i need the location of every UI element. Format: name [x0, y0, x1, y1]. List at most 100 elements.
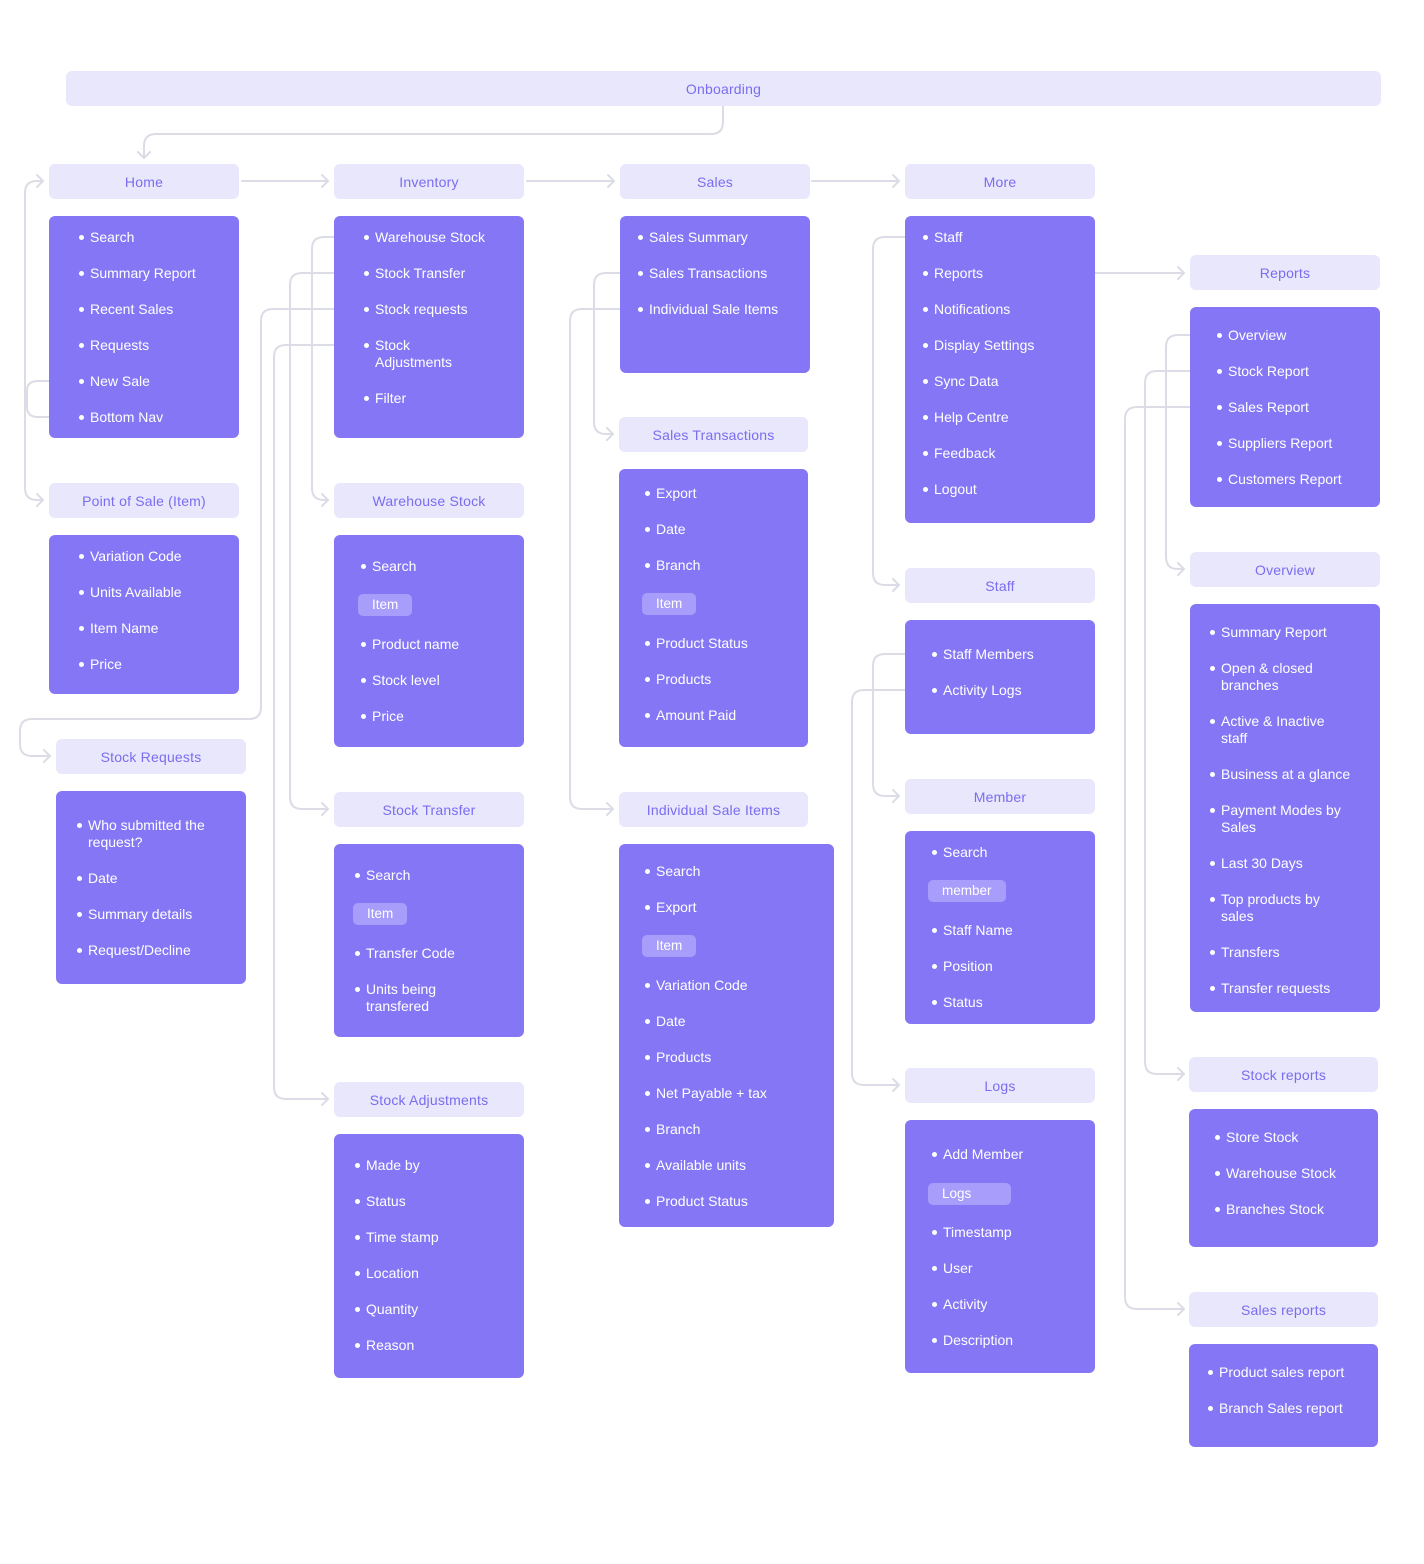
sales-transactions-item-date: Date — [645, 521, 686, 537]
individual-sale-items-item-net-payable: Net Payable + tax — [645, 1085, 767, 1101]
stock-adjustments-item-status: Status — [355, 1193, 406, 1209]
stock-transfer-header[interactable]: Stock Transfer — [334, 792, 524, 827]
staff-item-activity-logs: Activity Logs — [932, 682, 1022, 698]
stock-adjustments-item-time-stamp: Time stamp — [355, 1229, 439, 1245]
inventory-item-warehouse-stock: Warehouse Stock — [364, 229, 485, 245]
individual-sale-items-item-branch: Branch — [644, 1121, 701, 1137]
overview-item-transfers: Transfers — [1210, 944, 1280, 960]
pos-card: Variation Code Units Available Item Name… — [49, 535, 239, 694]
logs-header[interactable]: Logs — [905, 1068, 1095, 1103]
overview-item-open-closed-branches: Open & closed branches — [1210, 660, 1313, 693]
member-item-status: Status — [932, 994, 983, 1010]
overview-item-transfer-requests: Transfer requests — [1209, 980, 1331, 996]
reports-item-overview: Overview — [1216, 327, 1287, 343]
sales-transactions-item-branch: Branch — [644, 557, 701, 573]
sales-transactions-item-products: Products — [644, 671, 712, 687]
stock-transfer-item-transfer-code: Transfer Code — [355, 945, 455, 961]
member-header[interactable]: Member — [905, 779, 1095, 814]
onboarding-header[interactable]: Onboarding — [66, 71, 1381, 106]
home-item-requests: Requests — [78, 337, 150, 353]
home-item-bottom-nav: Bottom Nav — [78, 409, 164, 425]
more-item-help-centre: Help Centre — [923, 409, 1009, 425]
inventory-item-filter: Filter — [363, 390, 407, 406]
individual-sale-items-item-chip: Item — [642, 935, 697, 957]
home-item-search: Search — [78, 229, 135, 245]
overview-item-last-30-days: Last 30 Days — [1210, 855, 1303, 871]
individual-sale-items-header[interactable]: Individual Sale Items — [619, 792, 808, 827]
individual-sale-items-item-product-status: Product Status — [645, 1193, 748, 1209]
reports-item-customers-report: Customers Report — [1217, 471, 1342, 487]
logs-item-chip: Logs — [928, 1183, 1011, 1205]
stock-reports-item-branches-stock: Branches Stock — [1214, 1201, 1325, 1217]
individual-sale-items-item-export: Export — [644, 899, 697, 915]
inventory-header[interactable]: Inventory — [334, 164, 524, 199]
stock-transfer-item-chip: Item — [353, 903, 408, 925]
individual-sale-items-card: Search Export Item Variation Code Date P… — [619, 844, 834, 1227]
stock-adjustments-header[interactable]: Stock Adjustments — [334, 1082, 524, 1117]
pos-header[interactable]: Point of Sale (Item) — [49, 483, 239, 518]
member-item-chip: member — [928, 880, 1006, 902]
more-header[interactable]: More — [905, 164, 1095, 199]
stock-adjustments-item-location: Location — [355, 1265, 419, 1281]
member-item-search: Search — [931, 844, 988, 860]
stock-requests-item-summary-details: Summary details — [76, 906, 193, 922]
stock-requests-header[interactable]: Stock Requests — [56, 739, 246, 774]
more-item-display-settings: Display Settings — [922, 337, 1035, 353]
sales-item-sales-summary: Sales Summary — [638, 229, 748, 245]
home-item-summary-report: Summary Report — [79, 265, 196, 281]
sales-transactions-item-chip: Item — [642, 593, 697, 615]
stock-reports-item-store-stock: Store Stock — [1214, 1129, 1299, 1145]
stock-reports-card: Store Stock Warehouse Stock Branches Sto… — [1189, 1109, 1378, 1247]
stock-transfer-card: Search Item Transfer Code Units being tr… — [334, 844, 524, 1037]
stock-adjustments-item-quantity: Quantity — [354, 1301, 419, 1317]
sales-reports-header[interactable]: Sales reports — [1189, 1292, 1378, 1327]
more-item-feedback: Feedback — [922, 445, 996, 461]
connector-home-pos — [24, 180, 44, 501]
sales-transactions-header[interactable]: Sales Transactions — [619, 417, 808, 452]
overview-item-summary-report: Summary Report — [1210, 624, 1327, 640]
pos-item-item-name: Item Name — [78, 620, 159, 636]
stock-requests-item-date: Date — [77, 870, 118, 886]
warehouse-stock-item-price: Price — [361, 708, 404, 724]
overview-item-active-inactive-staff: Active & Inactive staff — [1210, 713, 1325, 746]
stock-transfer-item-search: Search — [354, 867, 411, 883]
pos-item-units-available: Units Available — [79, 584, 182, 600]
overview-header[interactable]: Overview — [1190, 552, 1380, 587]
reports-item-sales-report: Sales Report — [1217, 399, 1309, 415]
individual-sale-items-item-available-units: Available units — [644, 1157, 747, 1173]
logs-item-timestamp: Timestamp — [932, 1224, 1012, 1240]
stock-reports-header[interactable]: Stock reports — [1189, 1057, 1378, 1092]
more-item-notifications: Notifications — [922, 301, 1011, 317]
sales-reports-item-branch-sales-report: Branch Sales report — [1208, 1400, 1343, 1416]
staff-card: Staff Members Activity Logs — [905, 620, 1095, 734]
reports-header[interactable]: Reports — [1190, 255, 1380, 290]
warehouse-stock-card: Search Item Product name Stock level Pri… — [334, 535, 524, 747]
sales-reports-card: Product sales report Branch Sales report — [1189, 1344, 1378, 1447]
member-card: Search member Staff Name Position Status — [905, 831, 1095, 1024]
inventory-item-stock-transfer: Stock Transfer — [363, 265, 466, 281]
more-item-reports: Reports — [922, 265, 984, 281]
more-item-staff: Staff — [923, 229, 963, 245]
overview-item-payment-modes: Payment Modes by Sales — [1210, 802, 1341, 835]
pos-item-variation-code: Variation Code — [79, 548, 182, 564]
stock-reports-item-warehouse-stock: Warehouse Stock — [1215, 1165, 1336, 1181]
connector-onboarding-home — [143, 105, 724, 159]
more-card: Staff Reports Notifications Display Sett… — [905, 216, 1095, 523]
staff-item-staff-members: Staff Members — [932, 646, 1034, 662]
logs-card: Add Member Logs Timestamp User Activity … — [905, 1120, 1095, 1373]
individual-sale-items-item-products: Products — [644, 1049, 712, 1065]
warehouse-stock-header[interactable]: Warehouse Stock — [334, 483, 524, 518]
overview-card: Summary Report Open & closed branches Ac… — [1190, 604, 1380, 1012]
reports-item-stock-report: Stock Report — [1217, 363, 1309, 379]
home-card: Search Summary Report Recent Sales Reque… — [49, 216, 239, 438]
sales-card: Sales Summary Sales Transactions Individ… — [620, 216, 810, 373]
sales-header[interactable]: Sales — [620, 164, 810, 199]
stock-adjustments-item-made-by: Made by — [355, 1157, 420, 1173]
member-item-position: Position — [932, 958, 993, 974]
more-item-logout: Logout — [923, 481, 977, 497]
overview-item-business-at-a-glance: Business at a glance — [1209, 766, 1351, 782]
inventory-item-stock-adjustments: Stock Adjustments — [363, 337, 453, 370]
inventory-card: Warehouse Stock Stock Transfer Stock req… — [334, 216, 524, 438]
home-header[interactable]: Home — [49, 164, 239, 199]
staff-header[interactable]: Staff — [905, 568, 1095, 603]
